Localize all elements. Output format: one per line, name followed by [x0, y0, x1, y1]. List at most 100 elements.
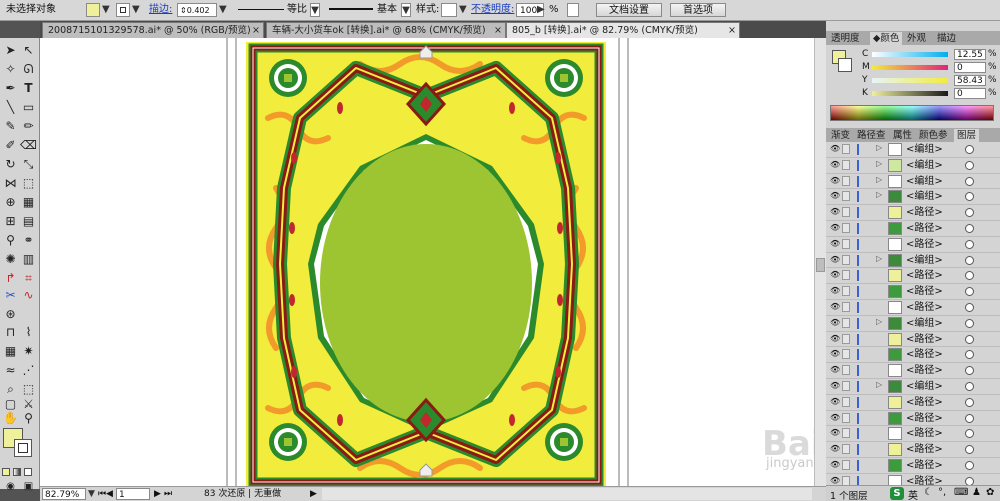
lock-toggle[interactable] [842, 317, 850, 328]
m-slider[interactable] [872, 65, 948, 70]
eye-icon[interactable]: 👁 [830, 428, 840, 437]
target-icon[interactable] [965, 461, 974, 470]
direct-selection-tool-icon[interactable]: ↖ [20, 42, 37, 59]
layer-row[interactable]: 👁 ▷ <编组> [826, 315, 1000, 332]
warp-tool-icon[interactable]: ∿ [20, 287, 37, 304]
type-tool-icon[interactable]: T [20, 80, 37, 97]
document-tab-3-active[interactable]: 805_b [转换].ai* @ 82.79% (CMYK/预览) × [506, 22, 740, 38]
eye-icon[interactable]: 👁 [830, 413, 840, 422]
opacity-label[interactable]: 不透明度: [471, 3, 514, 17]
eye-icon[interactable]: 👁 [830, 476, 840, 485]
layer-row[interactable]: 👁 <路径> [826, 284, 1000, 300]
target-icon[interactable] [965, 287, 974, 297]
prev-artboard-icon[interactable]: ◀ [106, 488, 113, 500]
target-icon[interactable] [965, 334, 974, 344]
free-transform-tool-icon[interactable]: ⬚ [20, 175, 37, 192]
target-icon[interactable] [965, 413, 974, 423]
k-slider[interactable] [872, 91, 948, 96]
eye-icon[interactable]: 👁 [830, 397, 840, 406]
stroke-weight-input[interactable]: ⇕0.402 [177, 3, 217, 17]
reshape-tool-icon[interactable]: ⌇ [20, 324, 37, 341]
layer-row[interactable]: 👁 <路径> [826, 205, 1000, 221]
y-value[interactable]: 58.43 [954, 75, 986, 86]
eye-icon[interactable]: 👁 [830, 444, 840, 453]
layer-row[interactable]: 👁 <路径> [826, 300, 1000, 316]
selection-tool-icon[interactable]: ➤ [2, 42, 19, 59]
c-value[interactable]: 12.55 [954, 49, 986, 60]
layer-row[interactable]: 👁 <路径> [826, 394, 1000, 411]
target-icon[interactable] [965, 397, 974, 407]
target-icon[interactable] [965, 445, 974, 455]
k-value[interactable]: 0 [954, 88, 986, 99]
lock-toggle[interactable] [842, 302, 850, 312]
eye-icon[interactable]: 👁 [830, 286, 840, 295]
eye-icon[interactable]: 👁 [830, 381, 840, 390]
gradient-mode-icon[interactable] [13, 468, 21, 476]
eye-icon[interactable]: 👁 [830, 239, 840, 248]
last-artboard-icon[interactable]: ⏭ [164, 488, 172, 500]
sougou-ime-icon[interactable]: S [890, 487, 904, 500]
layer-row[interactable]: 👁 <路径> [826, 363, 1000, 379]
layer-row[interactable]: 👁 <路径> [826, 331, 1000, 348]
tab-gradient[interactable]: 渐变 [828, 129, 853, 142]
lock-toggle[interactable] [842, 159, 850, 170]
skin-icon[interactable]: ✿ [986, 487, 994, 498]
screen-mode-icon[interactable]: ▣ [20, 478, 37, 495]
target-icon[interactable] [965, 145, 974, 154]
tab-color[interactable]: ◆颜色 [870, 32, 903, 45]
lock-toggle[interactable] [842, 412, 850, 423]
tab-stroke[interactable]: 描边 [934, 32, 959, 45]
pen-tool-icon[interactable]: ✒ [2, 80, 19, 97]
layer-row[interactable]: 👁 ▷ <编组> [826, 157, 1000, 174]
document-canvas[interactable]: Baidu经验 jingyan.baidu.com [40, 38, 814, 486]
lock-toggle[interactable] [842, 460, 850, 470]
paintbrush-tool-icon[interactable]: ✎ [2, 118, 19, 135]
first-artboard-icon[interactable]: ⏮ [98, 488, 106, 500]
wrinkle-tool-icon[interactable]: ⋰ [20, 362, 37, 379]
zoom-dropdown-icon[interactable]: ▼ [88, 488, 95, 500]
lasso-tool-icon[interactable]: ᘏ [20, 61, 37, 78]
recolor-icon[interactable] [567, 3, 579, 17]
lock-toggle[interactable] [842, 333, 850, 344]
target-icon[interactable] [965, 176, 974, 186]
lock-toggle[interactable] [842, 381, 850, 391]
document-tab-2[interactable]: 车辆-大小货车ok [转换].ai* @ 68% (CMYK/预览) × [266, 22, 506, 38]
keyboard-icon[interactable]: ⌨ [954, 487, 968, 498]
ime-mode[interactable]: 英 [908, 487, 918, 501]
next-artboard-icon[interactable]: ▶ [154, 488, 161, 500]
fill-dropdown-icon[interactable]: ▼ [102, 3, 110, 17]
opacity-dropdown-icon[interactable]: ▶ [537, 3, 545, 17]
layer-row[interactable]: 👁 <路径> [826, 236, 1000, 253]
punctuation-icon[interactable]: °, [938, 487, 946, 498]
scale-tool-icon[interactable]: ⤡ [20, 156, 37, 173]
tab-attributes[interactable]: 属性 [890, 129, 915, 142]
target-icon[interactable] [965, 208, 974, 218]
expand-triangle-icon[interactable]: ▷ [876, 317, 882, 326]
layer-row[interactable]: 👁 <路径> [826, 442, 1000, 458]
target-icon[interactable] [965, 350, 974, 360]
eye-icon[interactable]: 👁 [830, 270, 840, 279]
layer-row[interactable]: 👁 ▷ <编组> [826, 379, 1000, 395]
brush-dropdown-icon[interactable]: ▼ [401, 3, 411, 17]
zoom-tool-icon[interactable]: ⚲ [20, 410, 37, 427]
width-tool-icon[interactable]: ⋈ [2, 175, 19, 192]
lock-toggle[interactable] [842, 365, 850, 376]
eye-icon[interactable]: 👁 [830, 349, 840, 358]
moon-icon[interactable]: ☾ [924, 487, 933, 498]
tab-transparency[interactable]: 透明度 [828, 32, 863, 45]
slice-tool-icon[interactable]: ⌗ [20, 270, 37, 287]
document-setup-button[interactable]: 文档设置 [596, 3, 662, 17]
lock-toggle[interactable] [842, 175, 850, 186]
eye-icon[interactable]: 👁 [830, 302, 840, 311]
tab-appearance[interactable]: 外观 [904, 32, 929, 45]
tab-pathfinder[interactable]: 路径查 [854, 129, 889, 142]
lock-toggle[interactable] [842, 270, 850, 281]
layer-row[interactable]: 👁 <路径> [826, 268, 1000, 285]
pucker-tool-icon[interactable]: ≈ [2, 362, 19, 379]
zoom-field[interactable]: 82.79% [42, 488, 86, 500]
eraser-tool-icon[interactable]: ⌫ [20, 137, 37, 154]
blend-tool-icon[interactable]: ⚭ [20, 232, 37, 249]
layer-row[interactable]: 👁 <路径> [826, 221, 1000, 237]
crystallize-tool-icon[interactable]: ✷ [20, 343, 37, 360]
horizontal-scrollbar[interactable] [322, 488, 812, 500]
